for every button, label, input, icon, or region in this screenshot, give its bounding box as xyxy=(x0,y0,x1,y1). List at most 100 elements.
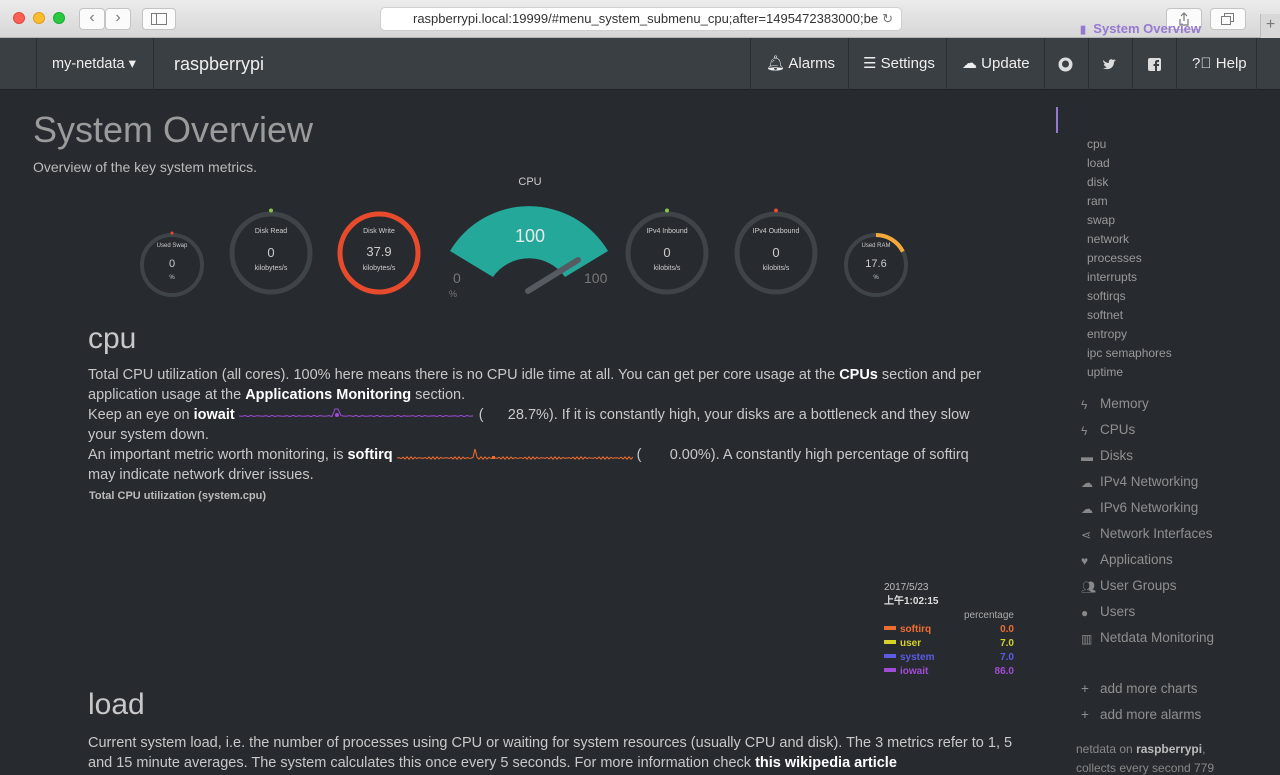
text: Keep an eye on xyxy=(88,407,194,423)
forward-button[interactable]: › xyxy=(105,8,131,30)
alarms-button[interactable]: 🔔︎ Alarms xyxy=(766,38,835,90)
section-title-load: load xyxy=(88,688,145,721)
main-content: System Overview Overview of the key syst… xyxy=(0,90,1050,773)
iowait-label: iowait xyxy=(193,407,235,423)
iowait-sparkline[interactable] xyxy=(238,407,475,423)
sidebar-item-memory[interactable]: Memory xyxy=(1100,396,1149,411)
legend-value-softirq: 0.0 xyxy=(1000,624,1014,635)
gauge-label: Used RAM xyxy=(861,243,891,249)
back-button[interactable]: ‹ xyxy=(79,8,105,30)
add-more-charts-button[interactable]: + add more charts xyxy=(1081,681,1198,696)
reload-icon[interactable]: ↻ xyxy=(882,8,893,30)
gauge-unit: kilobits/s xyxy=(762,265,790,272)
sidebar-item-user-groups[interactable]: User Groups xyxy=(1100,578,1177,593)
sidebar-subitem-network[interactable]: network xyxy=(1087,232,1129,246)
netdata-navbar: my-netdata ▾ raspberrypi 🔔︎ Alarms ☰ Set… xyxy=(0,38,1280,90)
bar-chart-icon: ▥ xyxy=(1081,632,1093,646)
link-wikipedia[interactable]: this wikipedia article xyxy=(755,755,897,771)
address-bar[interactable]: raspberrypi.local:19999/#menu_system_sub… xyxy=(380,7,902,31)
sliders-icon: ☰ xyxy=(863,55,877,72)
hostname-title[interactable]: raspberrypi xyxy=(174,38,264,90)
gauge-ipv4-inbound[interactable]: IPv4 Inbound 0 kilobits/s xyxy=(622,208,712,298)
facebook-button[interactable] xyxy=(1148,38,1161,90)
twitter-icon xyxy=(1103,58,1116,69)
gauge-label: Disk Read xyxy=(254,228,288,235)
sidebar-item-ipv6-networking[interactable]: IPv6 Networking xyxy=(1100,500,1198,515)
update-button[interactable]: ☁ Update xyxy=(962,38,1030,90)
legend-swatch-softirq xyxy=(884,626,896,630)
link-cpus[interactable]: CPUs xyxy=(839,367,878,383)
twitter-button[interactable] xyxy=(1102,38,1117,90)
gauge-label: Disk Write xyxy=(363,228,395,235)
gauge-value: 100 xyxy=(514,226,546,246)
sidebar-subitem-softnet[interactable]: softnet xyxy=(1087,308,1123,322)
add-more-alarms-button[interactable]: + add more alarms xyxy=(1081,707,1202,722)
sidebar-item-netdata-monitoring[interactable]: Netdata Monitoring xyxy=(1100,630,1214,645)
page-subtitle: Overview of the key system metrics. xyxy=(33,159,258,175)
sidebar-subitem-disk[interactable]: disk xyxy=(1087,175,1108,189)
heartbeat-icon: ♥ xyxy=(1081,554,1089,568)
sidebar-item-users[interactable]: Users xyxy=(1100,604,1135,619)
sidebar-item-disks[interactable]: Disks xyxy=(1100,448,1133,463)
legend-units: percentage xyxy=(964,610,1014,621)
server-dropdown[interactable]: my-netdata ▾ xyxy=(52,38,136,90)
gauge-unit: % xyxy=(449,289,458,299)
text: section. xyxy=(411,387,466,403)
sidebar-subitem-softirqs[interactable]: softirqs xyxy=(1087,289,1126,303)
gauge-cpu[interactable]: CPU 100 0 100 % xyxy=(440,174,620,304)
gauge-disk-write[interactable]: Disk Write 37.9 kilobytes/s xyxy=(334,208,424,298)
sidebar-toggle-button[interactable] xyxy=(142,8,176,30)
legend-value-system: 7.0 xyxy=(1000,652,1014,663)
sidebar-subitem-entropy[interactable]: entropy xyxy=(1087,327,1127,341)
gauge-disk-read[interactable]: Disk Read 0 kilobytes/s xyxy=(226,208,316,298)
zoom-window-icon[interactable] xyxy=(53,12,65,24)
bell-icon: 🔔︎ xyxy=(766,55,786,72)
close-window-icon[interactable] xyxy=(13,12,25,24)
softirq-label: softirq xyxy=(347,447,393,463)
gauge-value: 0 xyxy=(772,245,780,260)
users-icon: 👥︎ xyxy=(1081,580,1097,594)
sidebar-item-ipv4-networking[interactable]: IPv4 Networking xyxy=(1100,474,1198,489)
text: Total CPU utilization (all cores). 100% … xyxy=(88,367,840,383)
help-button[interactable]: ?⃝ Help xyxy=(1192,38,1247,90)
gauge-label: IPv4 Inbound xyxy=(646,228,688,235)
sidebar-subitem-load[interactable]: load xyxy=(1087,156,1110,170)
new-tab-button[interactable]: + xyxy=(1260,14,1280,38)
add-alarms-label: add more alarms xyxy=(1100,707,1202,722)
sidebar-icon xyxy=(151,13,167,25)
gauge-used-swap[interactable]: Used Swap 0 % xyxy=(137,230,207,300)
sidebar-subitem-uptime[interactable]: uptime xyxy=(1087,365,1123,379)
text: , xyxy=(1202,742,1206,756)
cpu-chart[interactable]: 100.080.060.040.020.00.001:00:0001:00:30… xyxy=(0,490,1050,680)
sidebar-item-applications[interactable]: Applications xyxy=(1100,552,1173,567)
update-label: Update xyxy=(981,55,1030,72)
legend-name-system: system xyxy=(900,652,935,663)
gauge-unit: % xyxy=(873,275,879,281)
sidebar-subitem-cpu[interactable]: cpu xyxy=(1087,137,1106,151)
settings-button[interactable]: ☰ Settings xyxy=(863,38,935,90)
legend-name-softirq: softirq xyxy=(900,624,931,635)
gauge-max: 100 xyxy=(584,270,608,286)
gauge-ipv4-outbound[interactable]: IPv4 Outbound 0 kilobits/s xyxy=(731,208,821,298)
github-button[interactable] xyxy=(1058,38,1073,90)
minimize-window-icon[interactable] xyxy=(33,12,45,24)
sidebar-item-cpus[interactable]: CPUs xyxy=(1100,422,1135,437)
sidebar-footer: netdata on raspberrypi, xyxy=(1076,742,1205,756)
legend-date: 2017/5/23 xyxy=(884,582,929,593)
sidebar-item-network-interfaces[interactable]: Network Interfaces xyxy=(1100,526,1213,541)
folder-icon: ▬ xyxy=(1081,450,1093,464)
legend-swatch-user xyxy=(884,640,896,644)
gauge-unit: kilobytes/s xyxy=(362,265,396,272)
github-icon xyxy=(1058,57,1073,72)
sidebar-item-system-overview[interactable]: ▮ System Overview xyxy=(1080,21,1201,36)
gauge-used-ram[interactable]: Used RAM 17.6 % xyxy=(841,230,911,300)
link-applications-monitoring[interactable]: Applications Monitoring xyxy=(245,387,411,403)
tabs-button[interactable] xyxy=(1210,8,1246,30)
softirq-sparkline[interactable] xyxy=(396,447,633,463)
sidebar-subitem-processes[interactable]: processes xyxy=(1087,251,1142,265)
sidebar-subitem-ipc-semaphores[interactable]: ipc semaphores xyxy=(1087,346,1172,360)
sidebar-subitem-swap[interactable]: swap xyxy=(1087,213,1115,227)
sidebar-subitem-interrupts[interactable]: interrupts xyxy=(1087,270,1137,284)
sidebar-subitem-ram[interactable]: ram xyxy=(1087,194,1108,208)
legend-name-iowait: iowait xyxy=(900,666,929,677)
